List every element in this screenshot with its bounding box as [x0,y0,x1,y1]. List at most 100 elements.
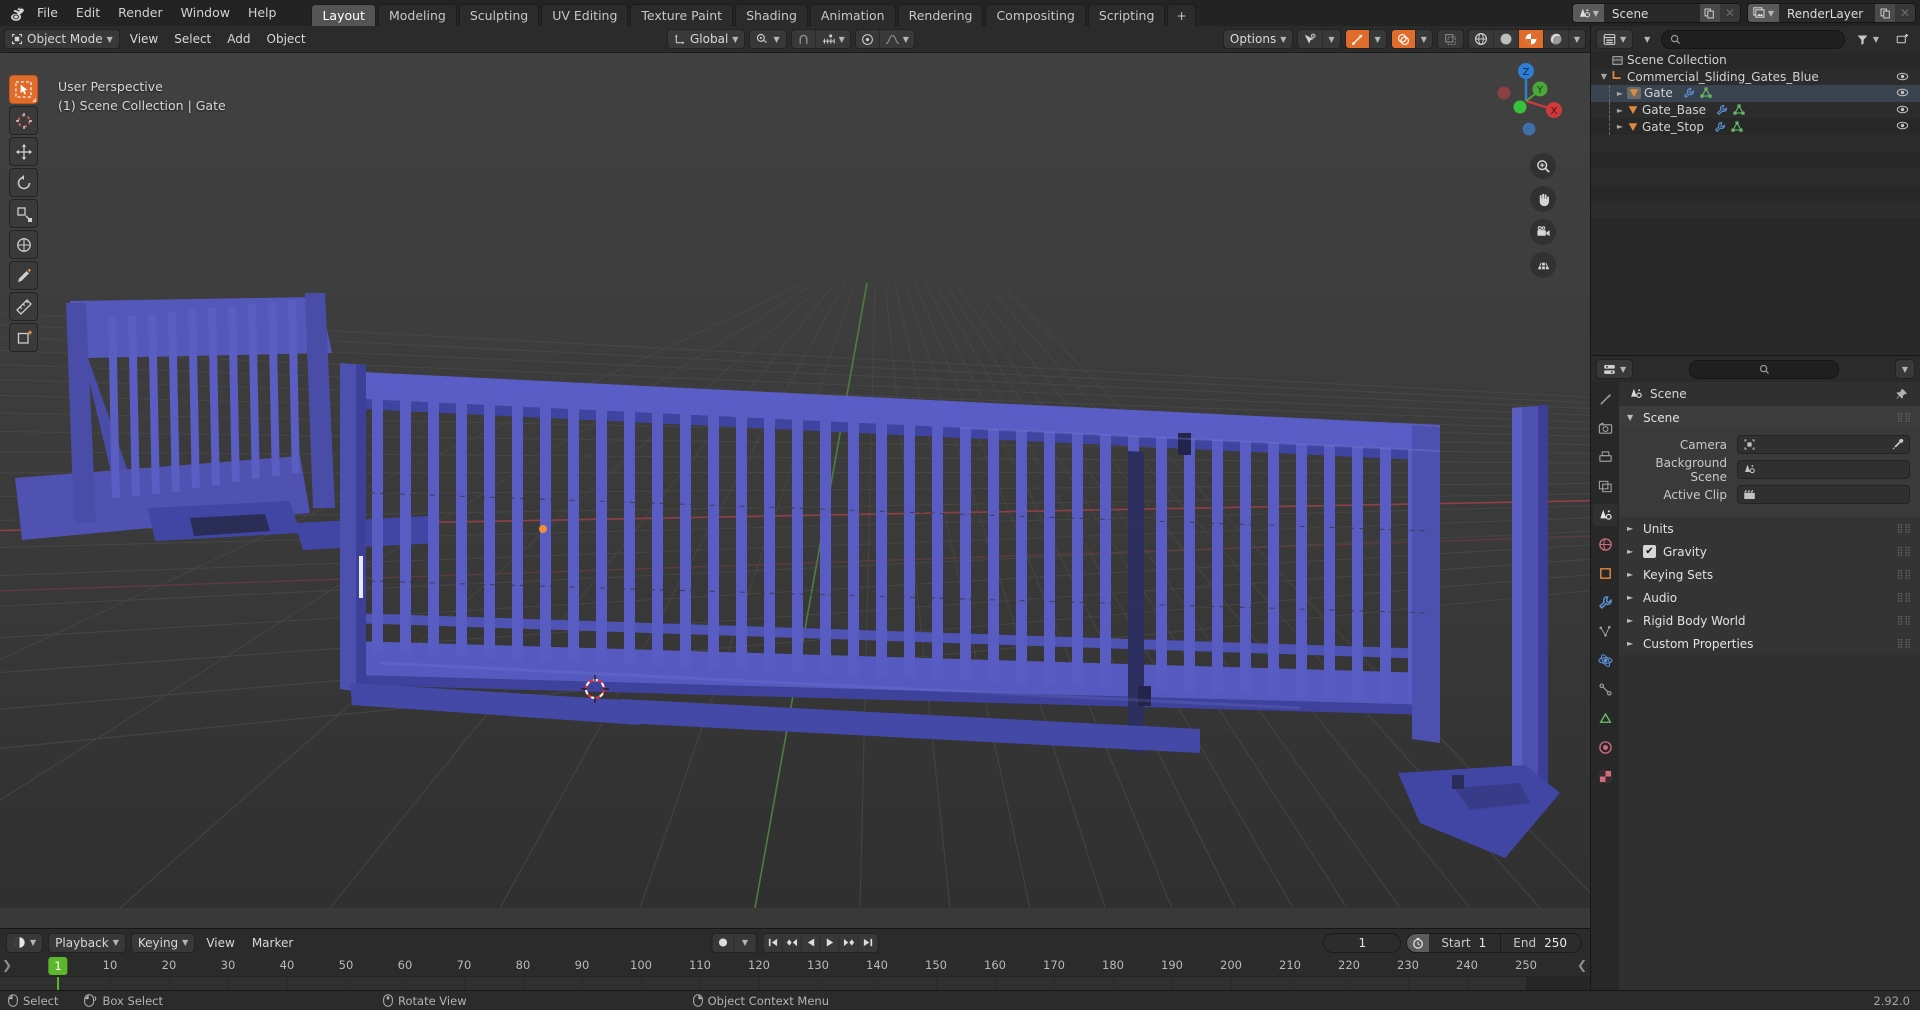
mesh-data-icon[interactable] [1700,87,1712,99]
panel-header-scene[interactable]: ▼ Scene ⣿⣿ [1619,406,1920,429]
new-viewlayer-icon[interactable] [1875,4,1895,22]
data-tab[interactable] [1593,707,1617,729]
snap-group[interactable]: ▼ [790,29,851,49]
xray-icon[interactable] [1436,29,1464,49]
measure-tool[interactable] [9,292,38,321]
viewport-menu-select[interactable]: Select [168,29,217,49]
camera-field[interactable] [1737,435,1910,454]
view-layer-tab[interactable] [1593,475,1617,497]
tab-rendering[interactable]: Rendering [897,4,984,26]
tab-layout[interactable]: Layout [311,4,376,26]
unlink-scene-icon[interactable]: ✕ [1719,4,1740,22]
active-clip-field[interactable] [1737,485,1910,504]
outliner-display-mode[interactable]: ▼ [1638,29,1656,49]
overlays-icon[interactable] [1391,30,1416,48]
constraints-tab[interactable] [1593,678,1617,700]
disclosure-triangle-icon[interactable]: ► [1613,106,1627,115]
viewlayer-datablock[interactable]: ▼ RenderLayer ✕ [1746,3,1916,23]
eyedropper-icon[interactable] [1891,438,1904,451]
tab-sculpting[interactable]: Sculpting [458,4,540,26]
tab-animation[interactable]: Animation [809,4,896,26]
view-axis-gizmo[interactable]: Z X Y [1484,59,1568,143]
visibility-eye-icon[interactable] [1896,103,1909,116]
remove-viewlayer-icon[interactable]: ✕ [1895,4,1915,22]
play-icon[interactable] [821,933,840,952]
scene-tab[interactable] [1593,504,1617,526]
mode-selector[interactable]: Object Mode ▼ [4,29,120,49]
proportional-edit-group[interactable]: ▼ [854,29,915,49]
jump-end-icon[interactable] [859,934,878,952]
end-frame-value[interactable]: 250 [1544,936,1581,950]
outliner-row-scene-collection[interactable]: Scene Collection [1591,52,1920,69]
timeline-menu-keying[interactable]: Keying ▼ [130,932,196,953]
tab-modeling[interactable]: Modeling [377,4,457,26]
timeline-editor-type-icon[interactable]: ▼ [6,932,44,953]
viewlayer-icon[interactable]: ▼ [1747,4,1779,22]
pin-icon[interactable] [1895,388,1908,401]
outliner-new-collection-icon[interactable] [1890,29,1915,49]
transform-orientation-selector[interactable]: Global ▼ [667,29,746,49]
timeline-ruler[interactable]: ❯ 1 10 20 30 40 50 60 70 80 90 100 110 1… [0,956,1590,976]
tool-tab[interactable] [1593,388,1617,410]
properties-options-dropdown[interactable]: ▼ [1894,359,1915,379]
annotate-tool[interactable] [9,261,38,290]
tab-scripting[interactable]: Scripting [1087,4,1166,26]
mesh-data-icon[interactable] [1733,104,1745,116]
material-tab[interactable] [1593,736,1617,758]
disclosure-triangle-icon[interactable]: ► [1613,89,1627,98]
new-scene-icon[interactable] [1699,4,1720,22]
object-tab[interactable] [1593,562,1617,584]
next-keyframe-icon[interactable] [840,933,859,952]
disclosure-triangle-icon[interactable]: ► [1613,122,1627,131]
menu-window[interactable]: Window [172,3,239,23]
mesh-data-icon[interactable] [1731,121,1743,133]
visibility-group[interactable]: ▼ [1297,29,1341,49]
add-cube-tool[interactable] [9,323,38,352]
overlays-dropdown[interactable]: ▼ [1416,30,1432,48]
jump-start-icon[interactable] [764,933,783,952]
outliner-row-gate-base[interactable]: ► Gate_Base [1591,101,1920,119]
outliner-row-gate-stop[interactable]: ► Gate_Stop [1591,118,1920,135]
pivot-point-selector[interactable]: ▼ [749,29,787,49]
move-tool[interactable] [9,137,38,166]
timeline-track[interactable] [0,976,1590,990]
timeline-menu-view[interactable]: View [200,933,240,953]
background-scene-field[interactable] [1737,460,1910,479]
wireframe-icon[interactable] [1469,30,1494,48]
snap-magnet-icon[interactable] [792,30,816,48]
3d-viewport[interactable]: User Perspective (1) Scene Collection | … [0,53,1590,928]
tweak-select-tool[interactable] [9,75,38,104]
physics-tab[interactable] [1593,649,1617,671]
visibility-arrow-icon[interactable] [1298,30,1324,48]
prev-keyframe-icon[interactable] [783,933,802,952]
rendered-icon[interactable] [1544,30,1569,48]
pan-hand-icon[interactable] [1530,186,1556,212]
panel-header-audio[interactable]: ► Audio ⣿⣿ [1619,586,1920,609]
gizmo-dropdown[interactable]: ▼ [1370,30,1386,48]
menu-help[interactable]: Help [239,3,286,23]
options-dropdown[interactable]: Options ▼ [1222,29,1294,49]
gravity-checkbox[interactable]: ✔ [1643,545,1656,558]
add-workspace-button[interactable]: + [1167,4,1196,26]
viewport-menu-add[interactable]: Add [221,29,256,49]
auto-key-dropdown[interactable]: ▼ [735,933,757,952]
scene-icon[interactable]: ▼ [1572,4,1604,22]
viewport-menu-view[interactable]: View [124,29,164,49]
menu-render[interactable]: Render [109,3,172,23]
panel-header-units[interactable]: ► Units ⣿⣿ [1619,517,1920,540]
render-tab[interactable] [1593,417,1617,439]
visibility-eye-icon[interactable] [1896,119,1909,132]
timeline-playhead[interactable]: 1 [48,957,68,975]
panel-header-keying-sets[interactable]: ► Keying Sets ⣿⣿ [1619,563,1920,586]
output-tab[interactable] [1593,446,1617,468]
scale-tool[interactable] [9,199,38,228]
modifier-wrench-icon[interactable] [1683,87,1695,99]
frame-range-controls[interactable]: Start 1 End 250 [1406,932,1582,953]
play-reverse-icon[interactable] [802,933,821,952]
overlays-group[interactable]: ▼ [1390,29,1433,49]
rotate-tool[interactable] [9,168,38,197]
visibility-dropdown[interactable]: ▼ [1323,30,1339,48]
viewlayer-name[interactable]: RenderLayer [1779,4,1875,22]
start-frame-value[interactable]: 1 [1479,936,1501,950]
blender-logo-icon[interactable] [6,3,28,23]
